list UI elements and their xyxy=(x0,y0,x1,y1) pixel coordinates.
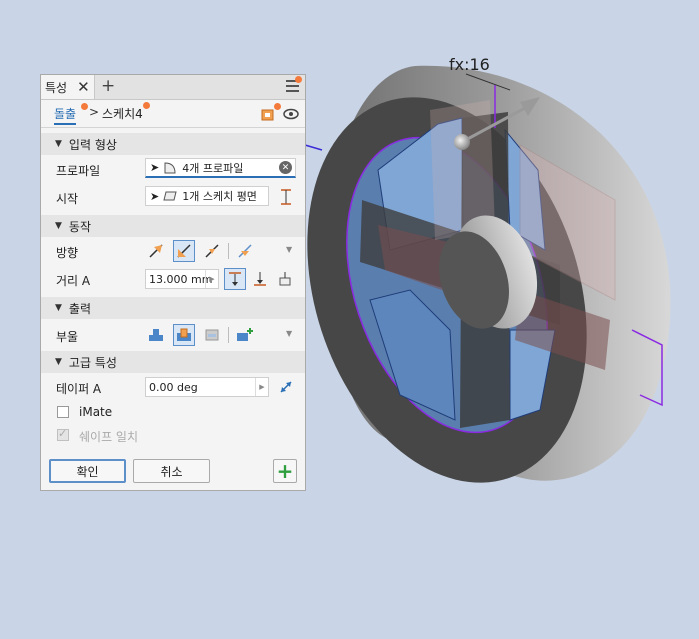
start-value: 1개 스케치 평면 xyxy=(182,190,257,203)
profile-label: 프로파일 xyxy=(56,164,101,178)
cut-icon[interactable] xyxy=(173,324,195,346)
cursor-icon: ➤ xyxy=(150,189,160,203)
preview-toggle-icon[interactable] xyxy=(261,108,275,122)
section-title: 입력 형상 xyxy=(68,137,117,152)
distance-value: 13.000 mm xyxy=(149,272,213,286)
profile-selector[interactable]: ➤ 4개 프로파일 ✕ xyxy=(145,158,296,178)
taper-row: 테이퍼 A 0.00 deg ▶ xyxy=(41,373,305,401)
section-advanced[interactable]: ▼ 고급 특성 xyxy=(41,351,305,373)
taper-value: 0.00 deg xyxy=(149,380,198,394)
section-title: 동작 xyxy=(68,219,92,234)
apply-add-button[interactable]: + xyxy=(273,459,297,483)
imate-checkbox[interactable] xyxy=(57,406,69,418)
chevron-down-icon[interactable]: ▼ xyxy=(286,329,292,338)
distance-row: 거리 A 13.000 mm ▶ xyxy=(41,265,305,293)
panel-tabbar: 특성 ✕ + xyxy=(41,75,305,100)
distance-mode-icon[interactable] xyxy=(224,268,246,290)
direction-row: 방향 ▼ xyxy=(41,237,305,265)
distance-label: 거리 A xyxy=(56,274,91,288)
join-icon[interactable] xyxy=(145,324,167,346)
distance-input[interactable]: 13.000 mm ▶ xyxy=(145,269,219,289)
breadcrumb-separator: > xyxy=(89,105,100,119)
eye-icon[interactable] xyxy=(283,108,299,120)
preview-badge xyxy=(274,103,281,110)
feature-badge xyxy=(81,103,88,110)
section-title: 고급 특성 xyxy=(68,355,117,370)
shape-match-row: 쉐이프 일치 xyxy=(41,424,305,447)
notification-badge xyxy=(295,76,302,83)
start-selector[interactable]: ➤ 1개 스케치 평면 xyxy=(145,186,269,206)
plane-icon xyxy=(163,191,177,201)
direction-default-icon[interactable] xyxy=(145,240,167,262)
taper-input[interactable]: 0.00 deg ▶ xyxy=(145,377,269,397)
section-title: 출력 xyxy=(68,301,92,316)
shape-match-label: 쉐이프 일치 xyxy=(79,430,139,444)
collapse-triangle-icon: ▼ xyxy=(55,303,62,313)
profile-value: 4개 프로파일 xyxy=(182,161,244,175)
close-icon[interactable]: ✕ xyxy=(77,78,90,96)
properties-panel: 특성 ✕ + 돌출 > 스케치4 ▼ 입력 형상 프로파일 ➤ 4개 프로파일 … xyxy=(40,74,306,491)
clear-selection-icon[interactable]: ✕ xyxy=(279,161,292,174)
breadcrumb: 돌출 > 스케치4 xyxy=(41,100,305,128)
tab-label: 특성 xyxy=(45,80,68,95)
profile-icon xyxy=(164,161,176,173)
section-input-geometry[interactable]: ▼ 입력 형상 xyxy=(41,133,305,155)
dimension-label[interactable]: fx:16 xyxy=(449,55,490,74)
sketch-badge xyxy=(143,102,150,109)
direction-symmetric-icon[interactable] xyxy=(201,240,223,262)
to-face-icon[interactable] xyxy=(274,268,296,290)
direction-asymmetric-icon[interactable] xyxy=(234,240,256,262)
imate-row: iMate xyxy=(41,401,305,424)
direction-label: 방향 xyxy=(56,246,79,260)
chevron-down-icon[interactable]: ▼ xyxy=(286,245,292,254)
ok-button[interactable]: 확인 xyxy=(49,459,126,483)
shape-match-checkbox[interactable] xyxy=(57,427,69,441)
start-label: 시작 xyxy=(56,192,79,206)
cancel-button[interactable]: 취소 xyxy=(133,459,210,483)
extent-icon[interactable] xyxy=(279,189,293,205)
start-row: 시작 ➤ 1개 스케치 평면 xyxy=(41,183,305,211)
flip-taper-icon[interactable] xyxy=(279,380,293,394)
boolean-row: 부울 ▼ xyxy=(41,319,305,351)
imate-label: iMate xyxy=(79,405,113,419)
new-solid-icon[interactable] xyxy=(234,324,256,346)
section-output[interactable]: ▼ 출력 xyxy=(41,297,305,319)
breadcrumb-feature[interactable]: 돌출 xyxy=(54,105,77,125)
collapse-triangle-icon: ▼ xyxy=(55,139,62,149)
breadcrumb-sketch[interactable]: 스케치4 xyxy=(102,105,143,122)
chevron-right-icon[interactable]: ▶ xyxy=(255,378,268,396)
to-next-icon[interactable] xyxy=(249,268,271,290)
chevron-right-icon[interactable]: ▶ xyxy=(205,270,218,288)
section-behavior[interactable]: ▼ 동작 xyxy=(41,215,305,237)
cursor-icon: ➤ xyxy=(150,161,160,174)
wheel-model[interactable] xyxy=(260,61,671,519)
tab-properties[interactable]: 특성 ✕ xyxy=(41,75,95,99)
profile-row: 프로파일 ➤ 4개 프로파일 ✕ xyxy=(41,155,305,183)
taper-label: 테이퍼 A xyxy=(56,382,102,396)
add-tab-icon[interactable]: + xyxy=(101,76,115,96)
boolean-label: 부울 xyxy=(56,330,79,344)
direction-flipped-icon[interactable] xyxy=(173,240,195,262)
collapse-triangle-icon: ▼ xyxy=(55,221,62,231)
collapse-triangle-icon: ▼ xyxy=(55,357,62,367)
intersect-icon[interactable] xyxy=(201,324,223,346)
